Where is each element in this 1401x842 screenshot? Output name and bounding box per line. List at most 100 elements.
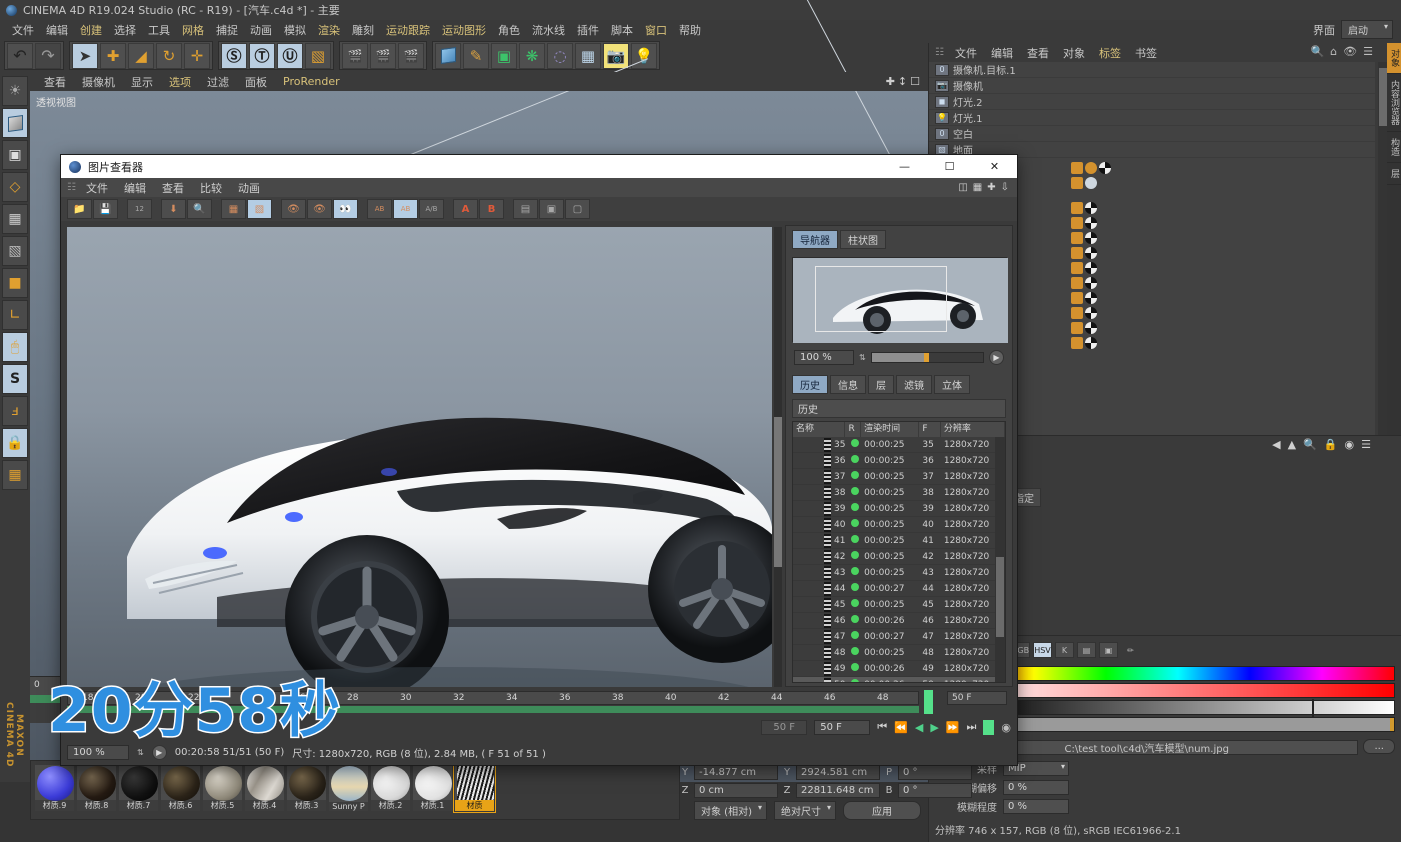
om-menu-bookmarks[interactable]: 书签 [1128,45,1164,61]
menu-item-character[interactable]: 角色 [492,22,526,38]
set-a-button[interactable]: A [453,199,478,219]
tab-info[interactable]: 信息 [830,375,866,394]
menu-item-snap[interactable]: 捕捉 [210,22,244,38]
navigator-viewport-frame[interactable] [814,266,947,332]
history-row[interactable]: 48 00:00:25 48 1280x720 [793,645,1005,661]
material-item[interactable]: 材质.6 [160,764,201,812]
history-row[interactable]: 37 00:00:25 37 1280x720 [793,469,1005,485]
material-tag-icon[interactable] [1071,306,1083,319]
material-tag-icon[interactable] [1071,231,1083,244]
filter2-button[interactable]: ▣ [539,199,564,219]
checker-tag-icon[interactable] [1085,336,1097,349]
canvas-vertical-scrollbar[interactable] [774,227,782,687]
material-item[interactable]: 材质.4 [244,764,285,812]
home-icon[interactable]: ⌂ [1330,45,1337,58]
tag-row[interactable] [1069,335,1349,350]
search-icon[interactable]: 🔍 [1310,45,1324,58]
material-tag-icon[interactable] [1071,201,1083,214]
vtab-objects[interactable]: 对象 [1387,43,1401,74]
globe-icon[interactable]: ◉ [1345,438,1355,451]
spline-pen-button[interactable]: ✎ [463,42,489,69]
saturation-slider[interactable] [938,683,1395,699]
tag-row[interactable] [1069,245,1349,260]
col-header-render-time[interactable]: 渲染时间 [861,422,920,437]
history-row[interactable]: 44 00:00:27 44 1280x720 [793,581,1005,597]
viewport-menu-filter[interactable]: 过滤 [199,74,237,90]
scrollbar-thumb[interactable] [774,417,782,567]
live-selection-tool[interactable]: ☀ [2,76,28,106]
menu-item-tools[interactable]: 工具 [142,22,176,38]
navigator-zoom-slider[interactable] [870,352,984,363]
axis-y-button[interactable]: Ⓣ [249,42,275,69]
nurbs-button[interactable]: ▣ [491,42,517,69]
material-item[interactable]: 材质.5 [202,764,243,812]
coord-rot-p[interactable]: 0 ° [898,765,972,780]
record-icon[interactable] [983,719,995,735]
history-row[interactable]: 46 00:00:26 46 1280x720 [793,613,1005,629]
frame-counter-button[interactable]: 12 [127,199,152,219]
material-tag-icon[interactable] [1071,246,1083,259]
value-slider[interactable] [938,699,1395,718]
spinner-icon[interactable]: ⇅ [859,353,866,362]
material-item[interactable]: 材质.8 [76,764,117,812]
coord-size-z[interactable]: 22811.648 cm [796,783,880,798]
menu-item-edit[interactable]: 编辑 [40,22,74,38]
pv-frame-field[interactable]: 50 F [814,719,871,735]
hsv-mode-icon[interactable]: HSV [1033,642,1052,658]
menu-item-animate[interactable]: 动画 [244,22,278,38]
menu-item-script[interactable]: 脚本 [605,22,639,38]
polygon-mode-tool[interactable]: ◇ [2,172,28,202]
coord-pos-y[interactable]: -14.877 cm [694,765,778,780]
menu-item-pipeline[interactable]: 流水线 [526,22,571,38]
image-canvas[interactable] [67,227,772,687]
minimize-button[interactable]: — [882,155,927,178]
viewport-menu-view[interactable]: 查看 [36,74,74,90]
tag-row[interactable] [1069,215,1349,230]
hue-slider[interactable] [938,666,1395,682]
redo-button[interactable]: ↷ [35,42,61,69]
checker-tag-icon[interactable] [1085,246,1097,259]
open-file-button[interactable]: 📁 [67,199,92,219]
col-header-frame[interactable]: F [919,422,941,437]
alpha-slider[interactable] [938,717,1395,733]
history-row[interactable]: 36 00:00:25 36 1280x720 [793,453,1005,469]
scene-environment-button[interactable]: ▦ [575,42,601,69]
material-item[interactable]: 材质.1 [412,764,453,812]
alpha-handle[interactable] [1390,718,1394,731]
checker-tag-icon[interactable] [1085,261,1097,274]
checker-tag-icon[interactable] [1085,216,1097,229]
save-file-button[interactable]: 💾 [93,199,118,219]
set-b-button[interactable]: B [479,199,504,219]
checker-tag-icon[interactable] [1085,291,1097,304]
checker-tag-icon[interactable] [1085,276,1097,289]
edge-mode-tool[interactable]: ▣ [2,140,28,170]
kelvin-mode-icon[interactable]: K [1055,642,1074,658]
coord-mode-dropdown[interactable]: 对象 (相对) [694,801,767,820]
tag-row[interactable] [1069,160,1349,175]
material-tag-icon[interactable] [1071,336,1083,349]
material-tag-icon[interactable] [1071,276,1083,289]
layout-split-icon[interactable]: ◫ [958,182,967,193]
axis-mode-tool[interactable]: ∟ [2,300,28,330]
tab-stereo[interactable]: 立体 [934,375,970,394]
dock-icon[interactable]: ⇩ [1001,182,1009,193]
pv-timeline-end-field[interactable]: 50 F [947,691,1007,705]
navigator-thumbnail[interactable] [791,257,1008,343]
eyedropper-icon[interactable]: ✏ [1121,642,1140,658]
view-ab-button[interactable]: 👀 [333,199,358,219]
history-table[interactable]: 名称 R 渲染时间 F 分辨率 35 00:00:25 35 1280x720 36 00… [792,421,1006,683]
world-coordinate-button[interactable]: ▧ [305,42,331,69]
material-tag-icon[interactable] [1071,321,1083,334]
filter-icon[interactable]: ☰ [1363,45,1373,58]
maximize-view-icon[interactable]: ☐ [910,75,920,88]
history-row[interactable]: 45 00:00:25 45 1280x720 [793,597,1005,613]
history-row[interactable]: 49 00:00:26 49 1280x720 [793,661,1005,677]
live-selection-button[interactable]: ➤ [72,42,98,69]
coord-size-y[interactable]: 2924.581 cm [796,765,880,780]
magnify-down-button[interactable]: 🔍 [187,199,212,219]
tab-layers[interactable]: 层 [868,375,894,394]
history-row[interactable]: 39 00:00:25 39 1280x720 [793,501,1005,517]
scrollbar-thumb[interactable] [996,557,1004,637]
apply-button[interactable]: 应用 [842,801,921,820]
viewport-menu-prorender[interactable]: ProRender [275,75,348,88]
